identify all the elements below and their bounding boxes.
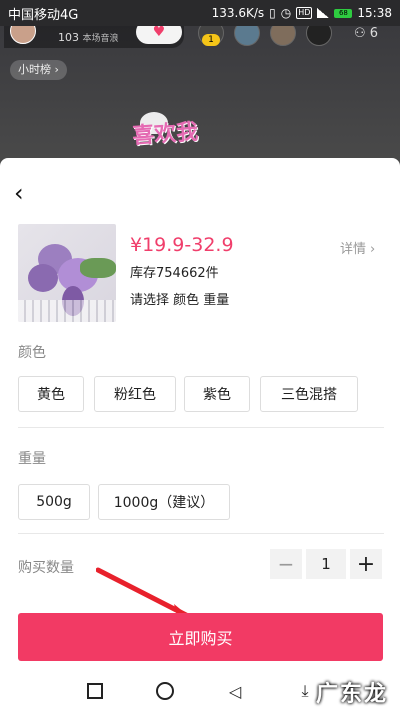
weight-label: 重量: [18, 451, 46, 467]
square-icon: [87, 683, 103, 699]
weight-option-1000g[interactable]: 1000g（建议）: [98, 484, 230, 520]
viewer-avatar[interactable]: [306, 26, 332, 46]
host-audio-count: 103 本场音浪: [58, 31, 119, 44]
details-link[interactable]: 详情 ›: [340, 238, 375, 257]
chevron-right-icon: ›: [370, 242, 376, 257]
quantity-increase-button[interactable]: +: [350, 549, 382, 579]
hour-rank-button[interactable]: 小时榜 ›: [10, 60, 67, 80]
viewer-avatar[interactable]: [270, 26, 296, 46]
viewer-count[interactable]: ⚇ 6: [354, 26, 378, 41]
clock: 15:38: [357, 6, 392, 20]
back-button[interactable]: ◁: [225, 681, 245, 701]
rank-badge: 1: [202, 34, 220, 46]
quantity-label: 购买数量: [18, 560, 74, 576]
color-option-purple[interactable]: 紫色: [184, 376, 250, 412]
recent-apps-button[interactable]: [85, 681, 105, 701]
quantity-value[interactable]: 1: [306, 549, 346, 579]
vibrate-icon: ▯: [269, 6, 276, 20]
triangle-back-icon: ◁: [228, 681, 242, 701]
download-icon: ⤓: [301, 681, 309, 700]
color-option-mixed[interactable]: 三色混搭: [260, 376, 358, 412]
viewer-avatar[interactable]: [234, 26, 260, 46]
weight-option-500g[interactable]: 500g: [18, 484, 90, 520]
hd-icon: HD: [296, 7, 313, 19]
divider: [18, 533, 384, 534]
watermark: 广东龙网: [316, 682, 389, 707]
person-icon: ⚇: [354, 26, 366, 41]
selection-hint: 请选择 颜色 重量: [130, 293, 230, 308]
download-button[interactable]: ⤓: [295, 681, 315, 701]
carrier-label: 中国移动4G: [8, 7, 79, 23]
color-option-pink[interactable]: 粉红色: [94, 376, 176, 412]
signal-icon: [317, 8, 330, 18]
live-stream-background: 103 本场音浪 ♥ 1 ⚇ 6 小时榜 › 喜欢我: [0, 26, 400, 166]
battery-icon: 68: [334, 8, 353, 18]
color-label: 颜色: [18, 345, 46, 361]
status-bar: 中国移动4G 133.6K/s ▯ ◷ HD 68 15:38: [0, 0, 400, 26]
back-icon[interactable]: ‹: [14, 180, 40, 206]
buy-now-button[interactable]: 立即购买: [18, 613, 383, 661]
quantity-decrease-button[interactable]: −: [270, 549, 302, 579]
divider: [18, 427, 384, 428]
alarm-icon: ◷: [280, 6, 292, 20]
circle-icon: [156, 682, 174, 700]
decorative-sticker-text: 喜欢我: [131, 119, 199, 150]
network-speed: 133.6K/s: [211, 6, 265, 20]
color-option-yellow[interactable]: 黄色: [18, 376, 84, 412]
status-icons: 133.6K/s ▯ ◷ HD 68 15:38: [212, 6, 392, 20]
follow-heart-icon[interactable]: ♥: [136, 26, 182, 44]
purchase-sheet: ‹ ¥19.9-32.9 库存754662件 请选择 颜色 重量 详情 › 颜色 …: [0, 158, 400, 671]
product-image: [18, 224, 116, 322]
price-range: ¥19.9-32.9: [130, 234, 234, 256]
home-button[interactable]: [155, 681, 175, 701]
stock-count: 库存754662件: [130, 266, 219, 281]
